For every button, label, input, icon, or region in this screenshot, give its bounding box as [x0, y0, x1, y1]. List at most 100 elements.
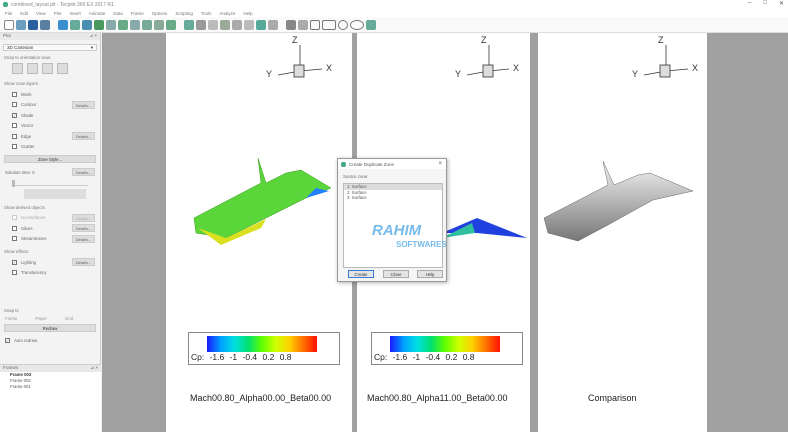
translate-icon[interactable]: [94, 19, 104, 30]
checkbox-checked[interactable]: ✓: [5, 337, 10, 343]
checkbox[interactable]: [12, 144, 17, 150]
curve-icon[interactable]: [208, 19, 218, 30]
slices-details-button[interactable]: Details...: [72, 224, 95, 232]
checkbox[interactable]: [12, 123, 17, 129]
iso-details-button[interactable]: Details...: [72, 213, 95, 222]
checkbox[interactable]: [12, 91, 17, 97]
menu-edit[interactable]: Edit: [20, 11, 28, 16]
pin-close-icon[interactable]: ⊿ ×: [89, 33, 97, 40]
circle-icon[interactable]: [338, 19, 348, 30]
menu-scripting[interactable]: Scripting: [175, 11, 193, 16]
plot-frame-3[interactable]: Z Y X Comparison: [538, 33, 707, 432]
layer-shade[interactable]: ✓ Shade: [0, 110, 100, 121]
lighting-details-button[interactable]: Details...: [72, 258, 95, 266]
menu-analyze[interactable]: Analyze: [219, 11, 235, 16]
plot-icon[interactable]: [220, 19, 230, 30]
time-slider[interactable]: [12, 179, 88, 187]
twist-icon[interactable]: [142, 19, 152, 30]
checkbox[interactable]: [12, 236, 17, 242]
rotate-icon[interactable]: [106, 19, 116, 30]
menu-view[interactable]: View: [36, 11, 46, 16]
checkbox[interactable]: [12, 270, 17, 276]
radio-grid[interactable]: Grid: [65, 316, 73, 321]
stream-details-button[interactable]: Details...: [72, 234, 95, 243]
view-yz-icon[interactable]: [42, 63, 53, 74]
checkbox[interactable]: [12, 215, 17, 221]
pin-close-icon[interactable]: ⊿ ×: [90, 365, 98, 372]
new-icon[interactable]: [4, 19, 14, 30]
solution-details-button[interactable]: Details...: [72, 168, 95, 176]
open-icon[interactable]: [16, 19, 26, 30]
text-icon[interactable]: [268, 19, 278, 30]
derived-isosurfaces[interactable]: Iso-Surfaces Details...: [0, 213, 100, 224]
layer-mesh[interactable]: Mesh: [0, 89, 100, 100]
mesh-icon[interactable]: [232, 19, 242, 30]
checkbox[interactable]: [12, 133, 17, 139]
edge-details-button[interactable]: Details...: [72, 132, 95, 140]
plot-frame-1[interactable]: Z Y X Cp: -1.6 -1 -0.4 0.2 0.8 Mach00.80…: [166, 33, 352, 432]
view-3d-icon[interactable]: [57, 63, 68, 74]
maximize-button[interactable]: □: [763, 0, 767, 7]
grid-icon[interactable]: [244, 19, 254, 30]
font-icon[interactable]: [286, 19, 296, 30]
layer-edge[interactable]: Edge Details...: [0, 131, 100, 142]
image-icon[interactable]: [366, 19, 376, 30]
stream-icon[interactable]: [196, 19, 206, 30]
rollerball-icon[interactable]: [118, 19, 128, 30]
frame-item[interactable]: Frame 001: [0, 384, 101, 390]
zoom-icon[interactable]: [82, 19, 92, 30]
menu-help[interactable]: Help: [243, 11, 252, 16]
menu-file[interactable]: File: [5, 11, 12, 16]
menu-animate[interactable]: Animate: [89, 11, 106, 16]
probe-icon[interactable]: [154, 19, 164, 30]
print-icon[interactable]: [40, 19, 50, 30]
select-icon[interactable]: [58, 19, 68, 30]
minimize-button[interactable]: –: [748, 0, 751, 7]
checkbox[interactable]: [12, 225, 17, 231]
contour-details-button[interactable]: Details...: [72, 100, 95, 109]
adjust-icon[interactable]: [70, 19, 80, 30]
slice-icon[interactable]: [184, 19, 194, 30]
save-icon[interactable]: [28, 19, 38, 30]
ellipse-icon[interactable]: [350, 19, 364, 30]
dialog-close-icon[interactable]: ×: [438, 161, 442, 167]
close-dialog-button[interactable]: Close: [383, 270, 409, 278]
derived-slices[interactable]: Slices Details...: [0, 223, 100, 234]
radio-frame[interactable]: Frame: [5, 316, 17, 321]
contour-icon[interactable]: [166, 19, 176, 30]
line-icon[interactable]: [298, 19, 308, 30]
axis-icon[interactable]: [256, 19, 266, 30]
playback-buttons[interactable]: [24, 188, 86, 199]
effect-lighting[interactable]: ✓ Lighting Details...: [0, 257, 100, 268]
create-button[interactable]: Create: [348, 270, 374, 278]
view-xy-icon[interactable]: [12, 63, 23, 74]
auto-redraw[interactable]: ✓ Auto redraw: [0, 335, 100, 346]
checkbox[interactable]: [12, 102, 17, 108]
layer-contour[interactable]: Contour Details...: [0, 100, 100, 111]
rectangle-icon[interactable]: [310, 19, 320, 30]
effect-translucency[interactable]: Translucency: [0, 268, 100, 279]
menu-plot[interactable]: Plot: [54, 11, 62, 16]
menu-data[interactable]: Data: [113, 11, 123, 16]
menu-insert[interactable]: Insert: [69, 11, 80, 16]
layer-scatter[interactable]: Scatter: [0, 142, 100, 153]
menu-tools[interactable]: Tools: [201, 11, 212, 16]
redraw-button[interactable]: Redraw: [4, 324, 96, 332]
zone-item[interactable]: 3: Surface: [344, 195, 442, 201]
help-button[interactable]: Help: [417, 270, 443, 278]
radio-paper[interactable]: Paper: [35, 316, 46, 321]
close-button[interactable]: ✕: [779, 0, 784, 7]
checkbox-checked[interactable]: ✓: [12, 259, 17, 265]
view-xz-icon[interactable]: [27, 63, 38, 74]
plot-type-select[interactable]: 3D Cartesian ▾: [3, 44, 97, 51]
zone-style-button[interactable]: Zone Style...: [4, 155, 96, 163]
menu-frame[interactable]: Frame: [131, 11, 144, 16]
layer-vector[interactable]: Vector: [0, 121, 100, 132]
spin-icon[interactable]: [130, 19, 140, 30]
derived-streamtraces[interactable]: Streamtraces Details...: [0, 234, 100, 245]
checkbox-checked[interactable]: ✓: [12, 112, 17, 118]
menu-options[interactable]: Options: [152, 11, 168, 16]
slider-handle[interactable]: [12, 179, 15, 187]
frames-header: Frames ⊿ ×: [0, 365, 101, 372]
rounded-rect-icon[interactable]: [322, 19, 336, 30]
